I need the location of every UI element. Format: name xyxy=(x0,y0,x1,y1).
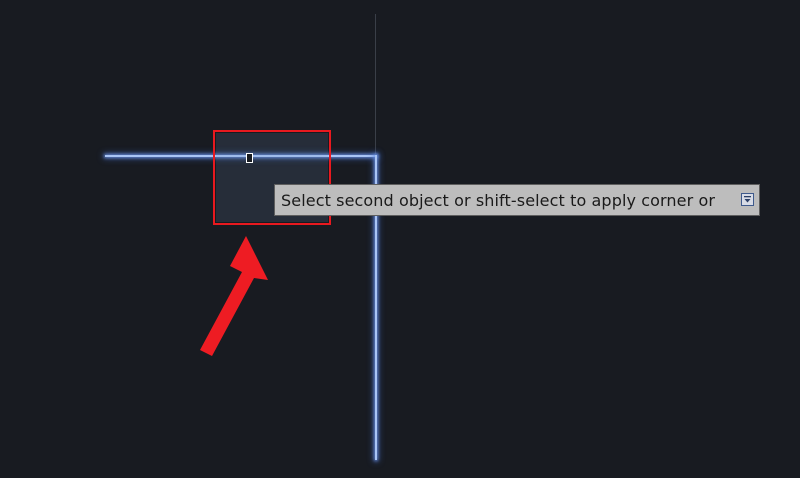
dropdown-arrow-icon xyxy=(744,196,751,203)
drawing-canvas[interactable]: Select second object or shift-select to … xyxy=(0,0,800,478)
tooltip-text: Select second object or shift-select to … xyxy=(281,190,716,210)
crosshair-vertical-line xyxy=(375,14,376,154)
command-prompt-tooltip: Select second object or shift-select to … xyxy=(274,184,760,216)
tooltip-expand-button[interactable] xyxy=(741,193,754,206)
red-arrow-icon xyxy=(200,236,268,356)
